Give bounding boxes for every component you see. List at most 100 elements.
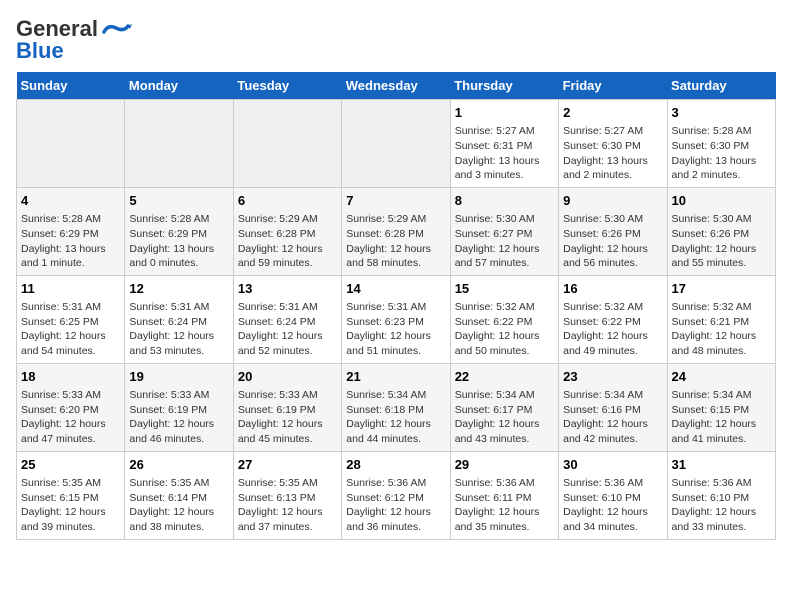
calendar-week-row: 1 Sunrise: 5:27 AM Sunset: 6:31 PM Daylig… [17, 100, 776, 188]
day-info: Sunrise: 5:34 AM Sunset: 6:15 PM Dayligh… [672, 388, 771, 447]
calendar-day-cell [125, 100, 233, 188]
calendar-day-cell: 7Sunrise: 5:29 AM Sunset: 6:28 PM Daylig… [342, 187, 450, 275]
logo-wave-icon [100, 18, 132, 40]
calendar-day-cell [17, 100, 125, 188]
day-number: 11 [21, 280, 120, 298]
day-info: Sunrise: 5:32 AM Sunset: 6:21 PM Dayligh… [672, 300, 771, 359]
day-number: 26 [129, 456, 228, 474]
day-number: 22 [455, 368, 554, 386]
calendar-day-cell: 13Sunrise: 5:31 AM Sunset: 6:24 PM Dayli… [233, 275, 341, 363]
day-number: 8 [455, 192, 554, 210]
calendar-day-cell: 31 Sunrise: 5:36 AM Sunset: 6:10 PM Dayli… [667, 451, 775, 539]
day-number: 19 [129, 368, 228, 386]
calendar-day-cell: 24 Sunrise: 5:34 AM Sunset: 6:15 PM Dayli… [667, 363, 775, 451]
day-info: Sunrise: 5:35 AM Sunset: 6:14 PM Dayligh… [129, 476, 228, 535]
day-of-week-thursday: Thursday [450, 72, 558, 100]
day-number: 15 [455, 280, 554, 298]
day-number: 2 [563, 104, 662, 122]
calendar-day-cell: 25Sunrise: 5:35 AM Sunset: 6:15 PM Dayli… [17, 451, 125, 539]
page-header: General Blue [16, 16, 776, 64]
day-info: Sunrise: 5:30 AM Sunset: 6:26 PM Dayligh… [563, 212, 662, 271]
calendar-day-cell: 17 Sunrise: 5:32 AM Sunset: 6:21 PM Dayli… [667, 275, 775, 363]
calendar-day-cell: 1 Sunrise: 5:27 AM Sunset: 6:31 PM Daylig… [450, 100, 558, 188]
calendar-week-row: 4 Sunrise: 5:28 AM Sunset: 6:29 PM Daylig… [17, 187, 776, 275]
calendar-day-cell: 4 Sunrise: 5:28 AM Sunset: 6:29 PM Daylig… [17, 187, 125, 275]
calendar-day-cell: 14Sunrise: 5:31 AM Sunset: 6:23 PM Dayli… [342, 275, 450, 363]
day-of-week-wednesday: Wednesday [342, 72, 450, 100]
day-number: 3 [672, 104, 771, 122]
day-info: Sunrise: 5:33 AM Sunset: 6:19 PM Dayligh… [238, 388, 337, 447]
calendar-day-cell [342, 100, 450, 188]
calendar-day-cell: 15 Sunrise: 5:32 AM Sunset: 6:22 PM Dayli… [450, 275, 558, 363]
day-number: 27 [238, 456, 337, 474]
day-of-week-saturday: Saturday [667, 72, 775, 100]
day-info: Sunrise: 5:28 AM Sunset: 6:29 PM Dayligh… [21, 212, 120, 271]
day-of-week-friday: Friday [559, 72, 667, 100]
day-number: 23 [563, 368, 662, 386]
calendar-day-cell: 26 Sunrise: 5:35 AM Sunset: 6:14 PM Dayli… [125, 451, 233, 539]
day-number: 1 [455, 104, 554, 122]
day-info: Sunrise: 5:35 AM Sunset: 6:13 PM Dayligh… [238, 476, 337, 535]
calendar-day-cell: 20 Sunrise: 5:33 AM Sunset: 6:19 PM Dayli… [233, 363, 341, 451]
day-info: Sunrise: 5:36 AM Sunset: 6:10 PM Dayligh… [672, 476, 771, 535]
calendar-day-cell: 29Sunrise: 5:36 AM Sunset: 6:11 PM Dayli… [450, 451, 558, 539]
calendar-day-cell: 11 Sunrise: 5:31 AM Sunset: 6:25 PM Dayli… [17, 275, 125, 363]
day-info: Sunrise: 5:27 AM Sunset: 6:31 PM Dayligh… [455, 124, 554, 183]
day-number: 17 [672, 280, 771, 298]
calendar-day-cell [233, 100, 341, 188]
calendar-day-cell: 28 Sunrise: 5:36 AM Sunset: 6:12 PM Dayli… [342, 451, 450, 539]
day-info: Sunrise: 5:32 AM Sunset: 6:22 PM Dayligh… [455, 300, 554, 359]
calendar-day-cell: 18 Sunrise: 5:33 AM Sunset: 6:20 PM Dayli… [17, 363, 125, 451]
calendar-day-cell: 23 Sunrise: 5:34 AM Sunset: 6:16 PM Dayli… [559, 363, 667, 451]
calendar-day-cell: 8 Sunrise: 5:30 AM Sunset: 6:27 PM Daylig… [450, 187, 558, 275]
day-info: Sunrise: 5:36 AM Sunset: 6:12 PM Dayligh… [346, 476, 445, 535]
day-info: Sunrise: 5:34 AM Sunset: 6:18 PM Dayligh… [346, 388, 445, 447]
calendar-day-cell: 19 Sunrise: 5:33 AM Sunset: 6:19 PM Dayli… [125, 363, 233, 451]
day-number: 16 [563, 280, 662, 298]
day-number: 20 [238, 368, 337, 386]
calendar-day-cell: 12Sunrise: 5:31 AM Sunset: 6:24 PM Dayli… [125, 275, 233, 363]
day-info: Sunrise: 5:32 AM Sunset: 6:22 PM Dayligh… [563, 300, 662, 359]
day-of-week-monday: Monday [125, 72, 233, 100]
day-number: 18 [21, 368, 120, 386]
day-number: 9 [563, 192, 662, 210]
day-number: 21 [346, 368, 445, 386]
day-info: Sunrise: 5:34 AM Sunset: 6:16 PM Dayligh… [563, 388, 662, 447]
day-info: Sunrise: 5:35 AM Sunset: 6:15 PM Dayligh… [21, 476, 120, 535]
day-number: 6 [238, 192, 337, 210]
day-of-week-sunday: Sunday [17, 72, 125, 100]
day-number: 4 [21, 192, 120, 210]
day-number: 28 [346, 456, 445, 474]
logo-blue-text: Blue [16, 38, 64, 64]
calendar-day-cell: 2 Sunrise: 5:27 AM Sunset: 6:30 PM Daylig… [559, 100, 667, 188]
calendar-week-row: 25Sunrise: 5:35 AM Sunset: 6:15 PM Dayli… [17, 451, 776, 539]
logo: General Blue [16, 16, 132, 64]
day-number: 10 [672, 192, 771, 210]
day-info: Sunrise: 5:31 AM Sunset: 6:25 PM Dayligh… [21, 300, 120, 359]
day-info: Sunrise: 5:33 AM Sunset: 6:19 PM Dayligh… [129, 388, 228, 447]
calendar-header-row: SundayMondayTuesdayWednesdayThursdayFrid… [17, 72, 776, 100]
calendar-day-cell: 3Sunrise: 5:28 AM Sunset: 6:30 PM Daylig… [667, 100, 775, 188]
day-info: Sunrise: 5:31 AM Sunset: 6:23 PM Dayligh… [346, 300, 445, 359]
day-info: Sunrise: 5:30 AM Sunset: 6:26 PM Dayligh… [672, 212, 771, 271]
calendar-day-cell: 21 Sunrise: 5:34 AM Sunset: 6:18 PM Dayli… [342, 363, 450, 451]
day-of-week-tuesday: Tuesday [233, 72, 341, 100]
day-info: Sunrise: 5:30 AM Sunset: 6:27 PM Dayligh… [455, 212, 554, 271]
day-info: Sunrise: 5:31 AM Sunset: 6:24 PM Dayligh… [129, 300, 228, 359]
day-info: Sunrise: 5:34 AM Sunset: 6:17 PM Dayligh… [455, 388, 554, 447]
day-number: 31 [672, 456, 771, 474]
day-number: 13 [238, 280, 337, 298]
calendar-day-cell: 27 Sunrise: 5:35 AM Sunset: 6:13 PM Dayli… [233, 451, 341, 539]
calendar-day-cell: 30Sunrise: 5:36 AM Sunset: 6:10 PM Dayli… [559, 451, 667, 539]
calendar-day-cell: 5Sunrise: 5:28 AM Sunset: 6:29 PM Daylig… [125, 187, 233, 275]
calendar-day-cell: 6Sunrise: 5:29 AM Sunset: 6:28 PM Daylig… [233, 187, 341, 275]
calendar-day-cell: 22 Sunrise: 5:34 AM Sunset: 6:17 PM Dayli… [450, 363, 558, 451]
calendar-day-cell: 9 Sunrise: 5:30 AM Sunset: 6:26 PM Daylig… [559, 187, 667, 275]
day-number: 24 [672, 368, 771, 386]
calendar-week-row: 11 Sunrise: 5:31 AM Sunset: 6:25 PM Dayli… [17, 275, 776, 363]
day-number: 30 [563, 456, 662, 474]
calendar-day-cell: 10 Sunrise: 5:30 AM Sunset: 6:26 PM Dayli… [667, 187, 775, 275]
day-info: Sunrise: 5:27 AM Sunset: 6:30 PM Dayligh… [563, 124, 662, 183]
day-info: Sunrise: 5:29 AM Sunset: 6:28 PM Dayligh… [346, 212, 445, 271]
day-info: Sunrise: 5:33 AM Sunset: 6:20 PM Dayligh… [21, 388, 120, 447]
